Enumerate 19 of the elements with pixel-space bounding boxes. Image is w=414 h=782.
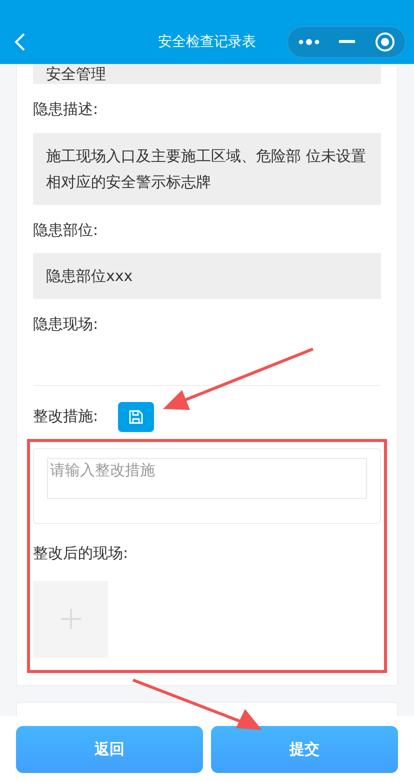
footer-button[interactable]: 提交 — [211, 726, 398, 773]
save-icon — [129, 410, 144, 424]
minimize-icon[interactable] — [339, 40, 356, 44]
save-button[interactable] — [118, 402, 154, 432]
more-icon[interactable] — [298, 38, 320, 46]
back-icon[interactable] — [14, 33, 26, 51]
field-label: 隐患描述: — [33, 99, 100, 120]
input-field[interactable]: 请输入整改措施 — [47, 458, 367, 498]
field-value: 安全管理 — [33, 64, 381, 84]
field-label: 隐患现场: — [33, 314, 100, 335]
close-icon[interactable] — [375, 32, 396, 52]
capsule-menu[interactable] — [287, 26, 406, 58]
field-label: 整改后的现场: — [33, 543, 130, 564]
field-label: 整改措施: — [33, 406, 98, 428]
field-label: 隐患部位: — [33, 220, 100, 240]
field-value: 施工现场入口及主要施工区域、危险部 位未设置相对应的安全警示标志牌 — [33, 132, 381, 204]
page-title: 安全检查记录表 — [157, 33, 257, 52]
footer-button[interactable]: 返回 — [16, 726, 203, 773]
field-value: 隐患部位xxx — [33, 253, 381, 299]
